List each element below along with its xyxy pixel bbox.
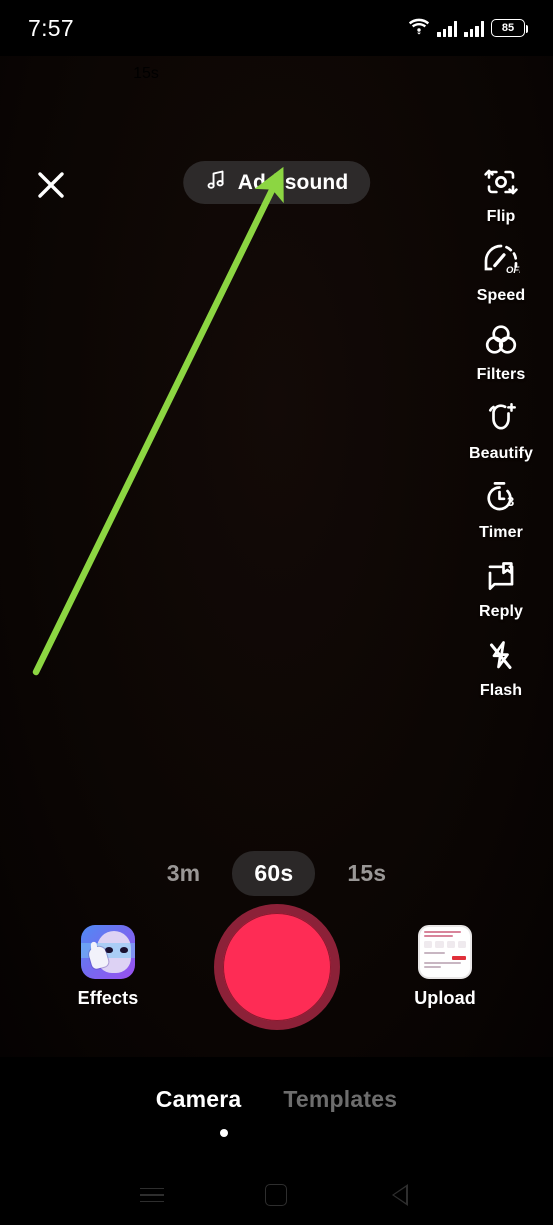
capture-row: Effects Upload <box>0 897 553 1037</box>
duration-marker-label: 15s <box>133 65 159 82</box>
tool-label: Timer <box>479 524 523 541</box>
nav-home-button[interactable] <box>249 1175 303 1215</box>
tab-templates[interactable]: Templates <box>283 1086 397 1113</box>
camera-viewfinder[interactable]: 15s Add sound Flip OF Speed Filters Beau… <box>0 56 553 1057</box>
wifi-icon <box>408 17 430 40</box>
active-tab-indicator <box>219 1128 228 1137</box>
back-icon <box>391 1184 409 1206</box>
cellular-signal-icon <box>437 20 457 37</box>
status-icons: 85 <box>408 17 528 40</box>
tool-label: Reply <box>478 603 524 620</box>
mode-tabs-row: Camera Templates <box>156 1086 397 1113</box>
battery-level: 85 <box>501 21 515 34</box>
duration-selector: 3m 60s 15s <box>0 851 553 896</box>
status-bar: 7:57 85 <box>0 0 553 56</box>
camera-flip-icon <box>482 161 520 203</box>
tiktok-camera-screen: 7:57 85 15s Add sound Flip OF Speed Filt… <box>0 0 553 1225</box>
svg-text:OFF: OFF <box>506 265 520 276</box>
duration-option-3m[interactable]: 3m <box>145 851 223 896</box>
effects-label: Effects <box>77 988 139 1008</box>
tool-label: Speed <box>476 287 526 304</box>
stopwatch-icon: 3 <box>482 477 520 519</box>
status-time: 7:57 <box>28 14 74 41</box>
tool-filters[interactable]: Filters <box>462 319 540 384</box>
tool-timer[interactable]: 3 Timer <box>462 477 540 542</box>
speedometer-icon: OFF <box>482 240 520 282</box>
close-button[interactable] <box>30 164 72 206</box>
duration-tick-marker: 15s <box>133 65 159 83</box>
android-nav-bar <box>0 1165 553 1225</box>
flash-off-icon <box>482 635 520 677</box>
tool-label: Beautify <box>469 445 533 462</box>
nav-back-button[interactable] <box>374 1175 428 1215</box>
tab-camera[interactable]: Camera <box>156 1086 242 1113</box>
tool-reply[interactable]: Reply <box>462 556 540 621</box>
mode-tabs: Camera Templates <box>0 1057 553 1165</box>
tool-label: Filters <box>476 366 526 383</box>
close-icon <box>36 170 66 200</box>
upload-label: Upload <box>414 988 476 1008</box>
record-button[interactable] <box>213 904 340 1030</box>
reply-bubble-icon <box>482 556 520 598</box>
cellular-signal-icon <box>464 20 484 37</box>
battery-icon: 85 <box>491 19 528 37</box>
effects-face-icon <box>81 925 135 979</box>
nav-recents-button[interactable] <box>125 1175 179 1215</box>
duration-option-15s[interactable]: 15s <box>325 851 408 896</box>
effects-button[interactable]: Effects <box>62 925 154 1009</box>
upload-button[interactable]: Upload <box>399 925 491 1009</box>
music-note-icon <box>205 169 227 196</box>
beautify-face-sparkle-icon <box>482 398 520 440</box>
tool-speed[interactable]: OFF Speed <box>462 240 540 305</box>
add-sound-button[interactable]: Add sound <box>182 161 371 204</box>
tool-label: Flash <box>479 682 523 699</box>
tool-label: Flip <box>486 208 516 225</box>
home-icon <box>265 1184 288 1206</box>
filters-circles-icon <box>482 319 520 361</box>
recents-icon <box>140 1187 165 1203</box>
tool-flash[interactable]: Flash <box>462 635 540 700</box>
upload-thumbnail-icon <box>418 925 472 979</box>
tool-beautify[interactable]: Beautify <box>462 398 540 463</box>
tool-rail: Flip OFF Speed <box>462 161 540 700</box>
add-sound-label: Add sound <box>237 170 349 194</box>
svg-text:3: 3 <box>507 494 514 509</box>
duration-option-60s[interactable]: 60s <box>232 851 316 896</box>
tool-flip[interactable]: Flip <box>462 161 540 226</box>
